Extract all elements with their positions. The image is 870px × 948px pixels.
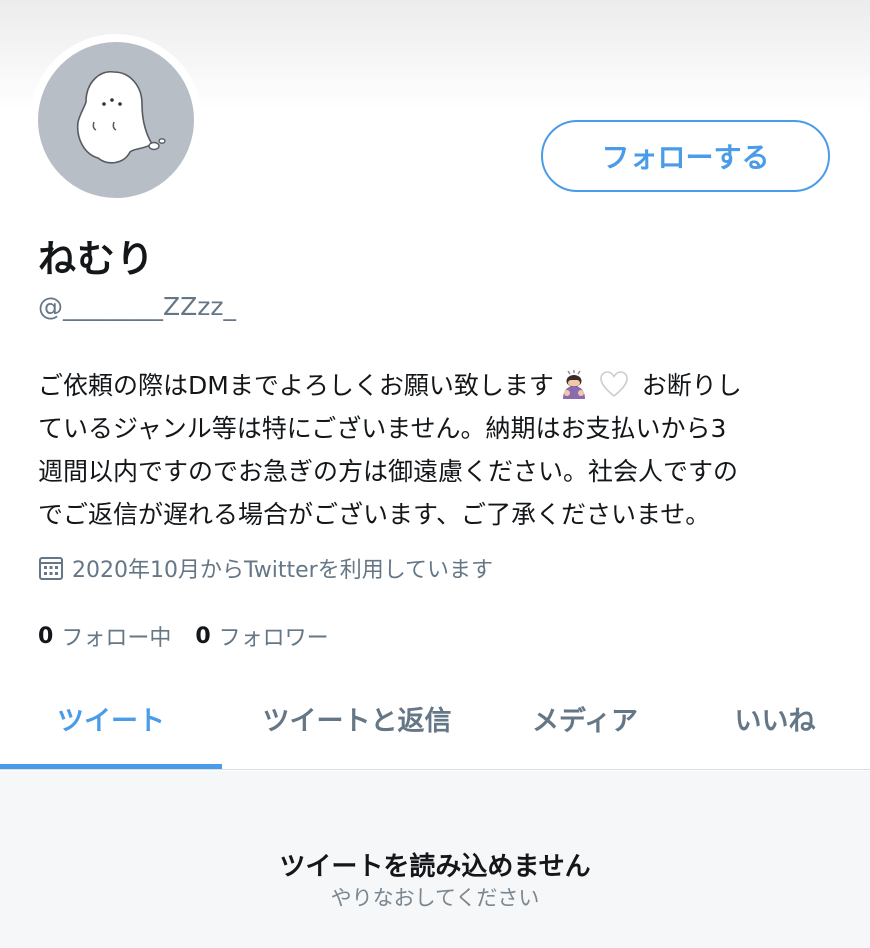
display-name: ねむり	[38, 237, 156, 281]
retry-link[interactable]: やりなおしてください	[0, 882, 870, 912]
joined-date: 2020年10月からTwitterを利用しています	[38, 552, 493, 584]
tab-media[interactable]: メディア	[500, 670, 670, 766]
active-tab-indicator	[0, 764, 222, 769]
profile-bio: ご依頼の際はDMまでよろしくお願い致します お断りし ているジャンル等は特にござ…	[38, 364, 838, 536]
followers-count[interactable]: 0	[195, 624, 210, 649]
bio-text: ご依頼の際はDMまでよろしくお願い致します	[38, 371, 554, 400]
tab-tweets[interactable]: ツイート	[0, 670, 222, 766]
avatar[interactable]	[38, 42, 194, 198]
user-handle: @________ZZzz_	[38, 292, 236, 321]
tab-likes[interactable]: いいね	[700, 670, 850, 766]
follow-button[interactable]: フォローする	[541, 120, 830, 192]
bio-line: ているジャンル等は特にございません。納期はお支払いから3	[38, 414, 727, 443]
following-label[interactable]: フォロー中	[61, 620, 171, 652]
bio-line: でご返信が遅れる場合がございます、ご了承くださいませ。	[38, 500, 711, 529]
profile-page: フォローする ねむり @________ZZzz_ ご依頼の際はDMまでよろしく…	[0, 0, 870, 948]
profile-tabs: ツイート ツイートと返信 メディア いいね	[0, 670, 870, 770]
tab-tweets-and-replies[interactable]: ツイートと返信	[228, 670, 486, 766]
white-heart-emoji	[600, 371, 628, 398]
bio-line: ご依頼の際はDMまでよろしくお願い致します お断りし	[38, 364, 838, 407]
followers-label[interactable]: フォロワー	[219, 620, 329, 652]
calendar-icon	[39, 557, 63, 580]
bio-text: お断りし	[633, 371, 742, 400]
joined-text: 2020年10月からTwitterを利用しています	[72, 558, 494, 583]
empty-state-title: ツイートを読み込めません	[279, 852, 591, 882]
following-count[interactable]: 0	[38, 624, 53, 649]
bio-line: 週間以内ですのでお急ぎの方は御遠慮ください。社会人ですの	[38, 457, 739, 486]
person-bowing-emoji	[562, 370, 585, 399]
follow-stats: 0 フォロー中 0 フォロワー	[38, 620, 329, 652]
ghost-icon	[76, 71, 166, 164]
